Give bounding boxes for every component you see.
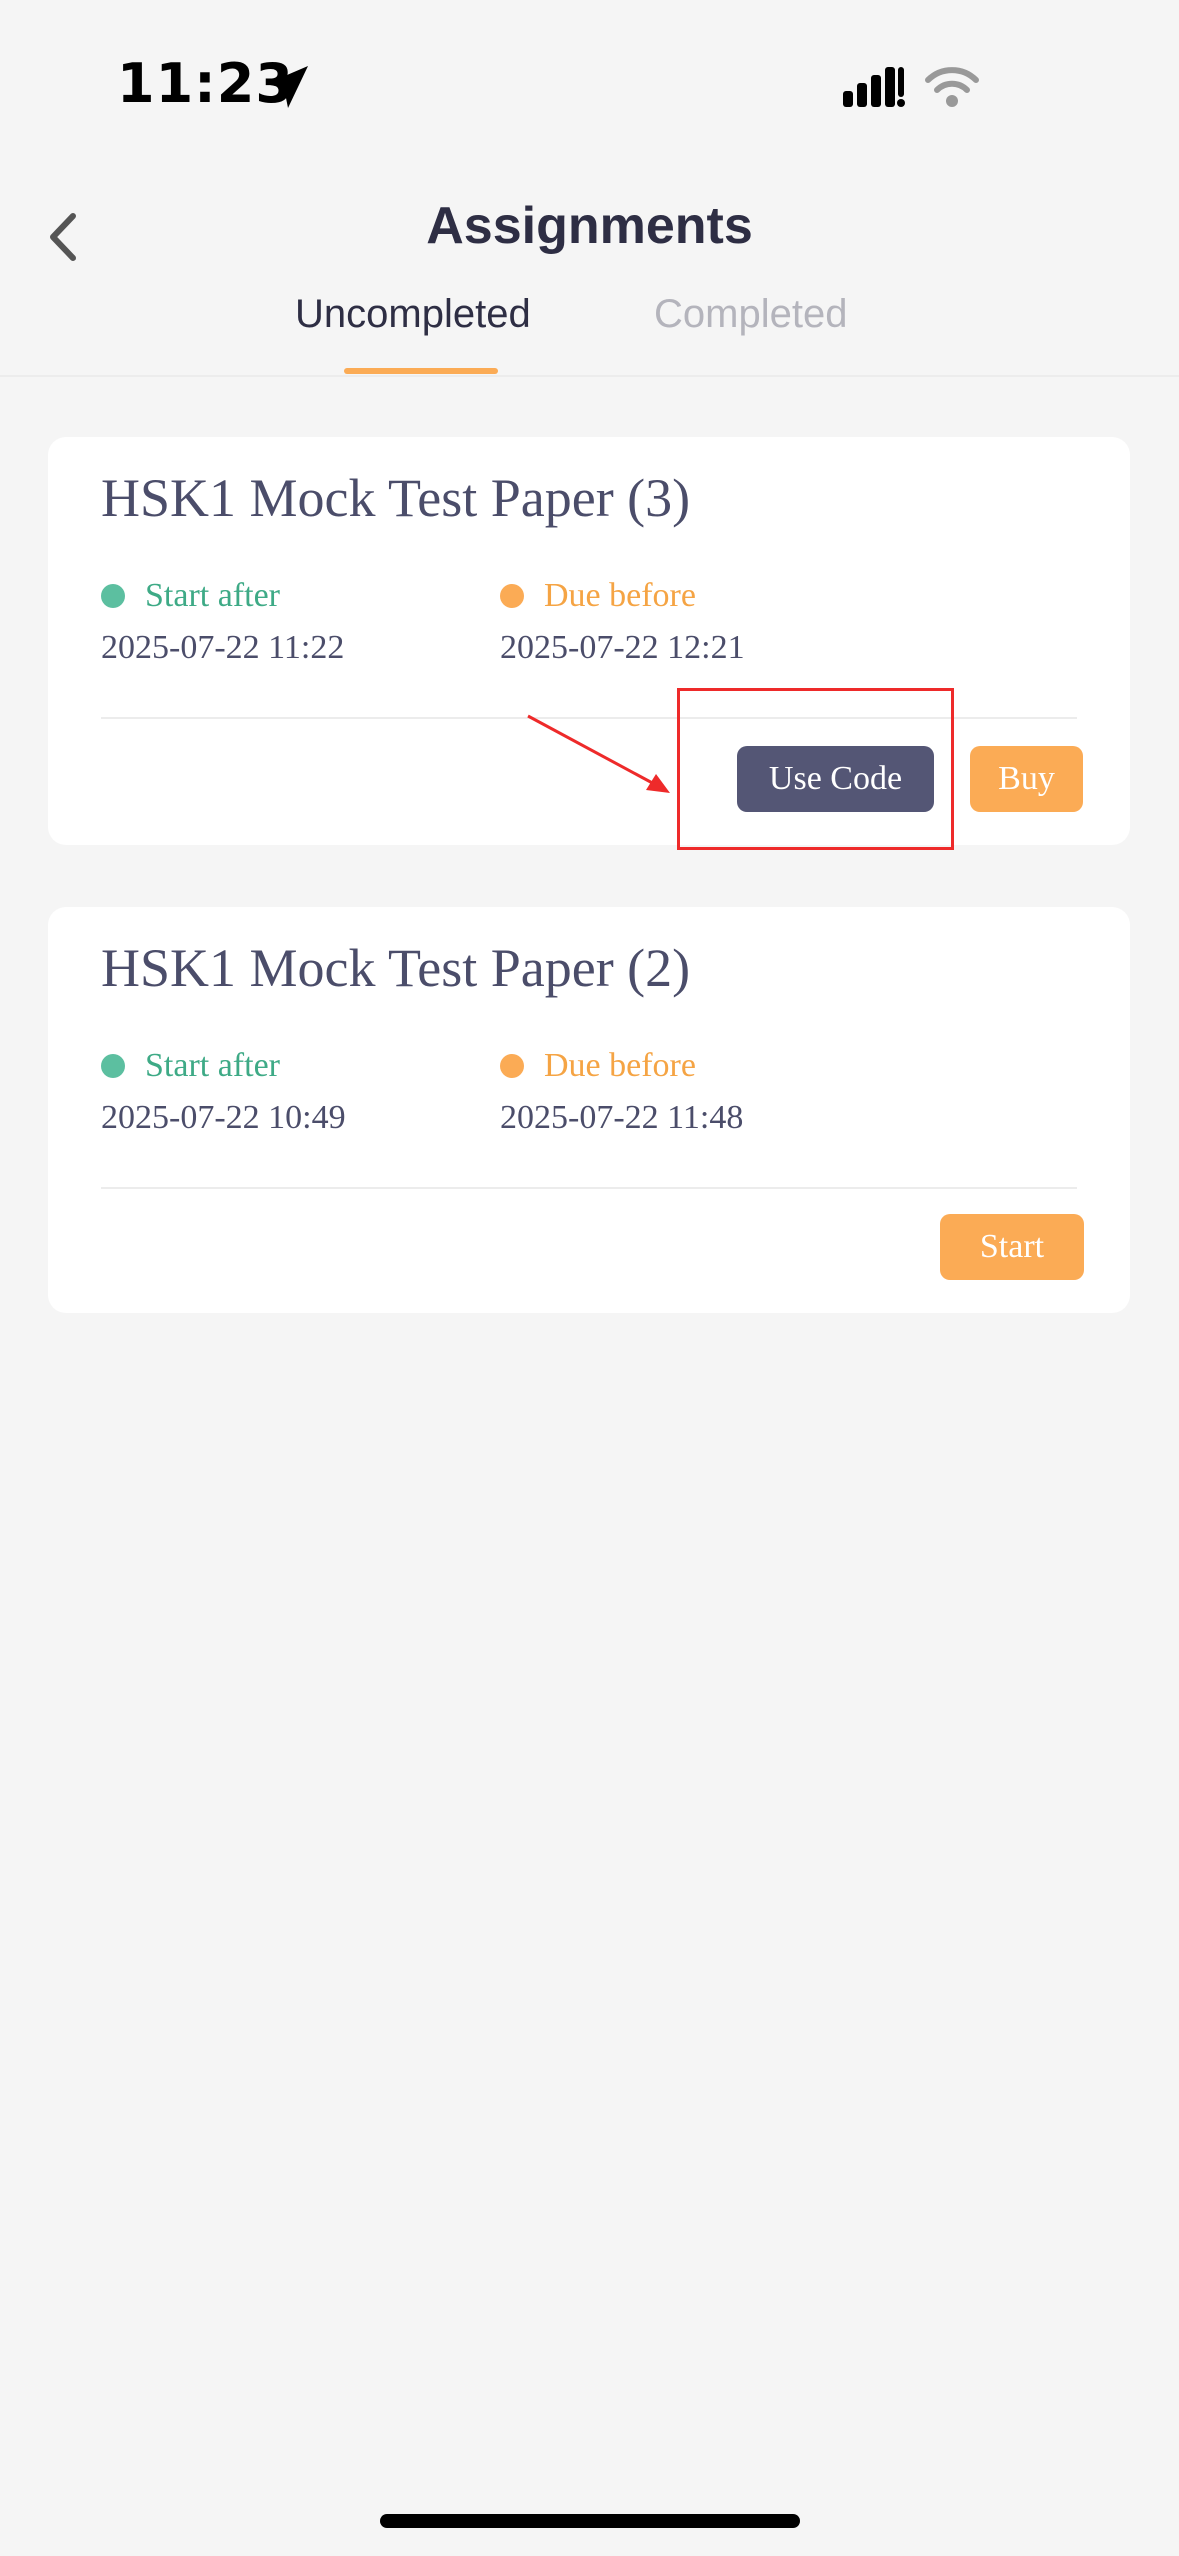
due-before-label: Due before [500,1047,696,1085]
due-label-text: Due before [544,1047,696,1084]
cellular-signal-icon [843,67,905,107]
annotation-highlight-box [677,688,954,850]
home-indicator [380,2514,800,2528]
start-button[interactable]: Start [940,1214,1084,1280]
due-label-text: Due before [544,577,696,614]
page-title: Assignments [426,197,753,255]
due-before-label: Due before [500,577,696,615]
assignment-title: HSK1 Mock Test Paper (2) [101,938,691,998]
start-after-label: Start after [101,1047,280,1085]
buy-button[interactable]: Buy [970,746,1083,812]
start-date: 2025-07-22 10:49 [101,1099,346,1136]
status-bar: 11:23 [0,0,1179,170]
location-arrow-icon [266,66,308,108]
start-dot-icon [101,1054,125,1078]
active-tab-indicator [344,368,498,374]
assignment-title: HSK1 Mock Test Paper (3) [101,468,691,528]
start-dot-icon [101,584,125,608]
nav-header: Assignments Uncompleted Completed [0,170,1179,377]
start-date: 2025-07-22 11:22 [101,629,345,666]
wifi-icon [925,67,979,107]
tab-uncompleted[interactable]: Uncompleted [295,292,531,337]
due-dot-icon [500,584,524,608]
start-label-text: Start after [145,577,280,614]
due-dot-icon [500,1054,524,1078]
start-label-text: Start after [145,1047,280,1084]
due-date: 2025-07-22 12:21 [500,629,745,666]
tab-completed[interactable]: Completed [654,292,847,337]
annotation-arrow-icon [527,714,670,793]
start-after-label: Start after [101,577,280,615]
assignment-card[interactable]: HSK1 Mock Test Paper (2) Start after Due… [48,907,1130,1313]
card-divider [101,1187,1077,1189]
due-date: 2025-07-22 11:48 [500,1099,744,1136]
